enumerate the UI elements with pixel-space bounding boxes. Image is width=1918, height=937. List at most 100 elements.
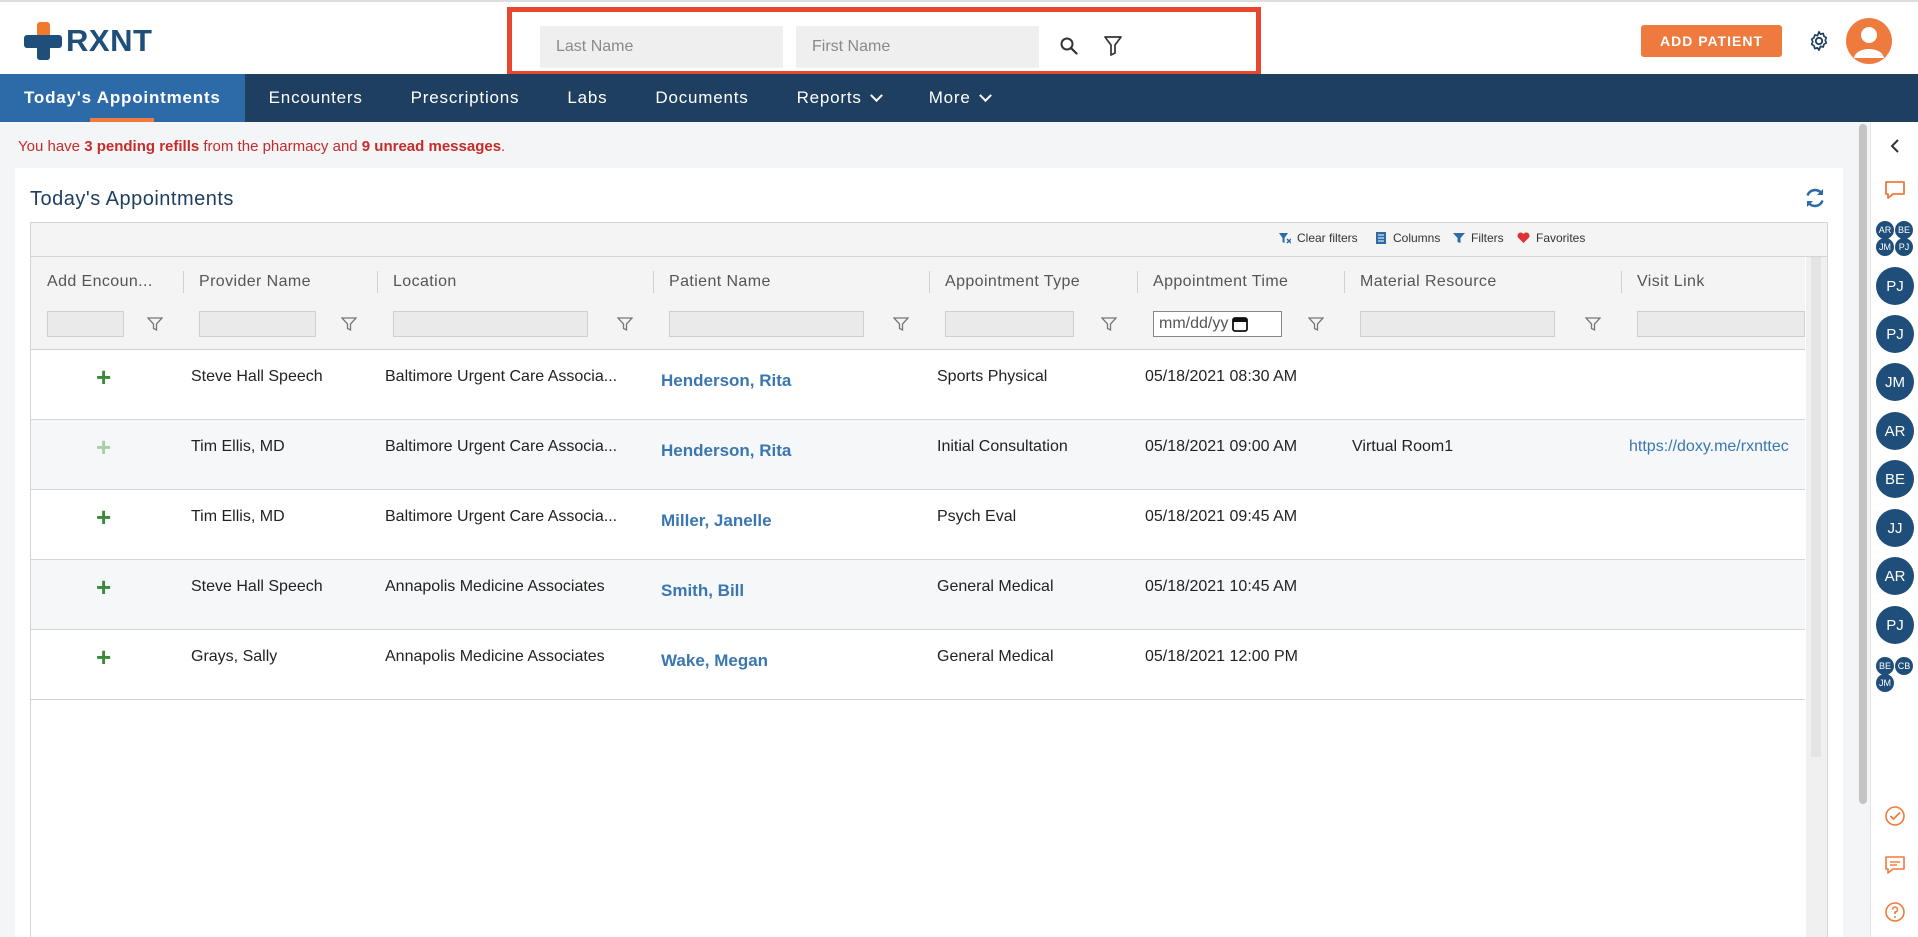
chat-icon[interactable] [1883,178,1907,202]
nav-more[interactable]: More [905,74,1014,122]
avatar-mini[interactable]: PJ [1895,238,1913,256]
add-encounter-icon[interactable]: + [96,364,111,390]
column-filter-icon[interactable] [341,316,357,332]
date-filter-input[interactable]: mm/dd/yy [1153,311,1282,337]
location-filter-input[interactable] [393,311,588,337]
provider-cell: Steve Hall Speech [191,578,323,595]
nav-todays-appointments[interactable]: Today's Appointments [0,74,245,122]
patient-link[interactable]: Wake, Megan [661,651,768,671]
patient-link[interactable]: Henderson, Rita [661,371,791,391]
avatar[interactable]: AR [1876,557,1914,595]
column-filter-icon[interactable] [1585,316,1601,332]
visit-link[interactable]: https://doxy.me/rxnttec [1629,438,1789,456]
gear-icon[interactable] [1805,27,1833,55]
table-row[interactable]: + Tim Ellis, MD Baltimore Urgent Care As… [31,490,1805,560]
nav-prescriptions[interactable]: Prescriptions [387,74,544,122]
avatar[interactable]: PJ [1876,315,1914,353]
table-row[interactable]: + Steve Hall Speech Annapolis Medicine A… [31,560,1805,630]
provider-cell: Steve Hall Speech [191,368,323,385]
avatar[interactable]: JM [1876,363,1914,401]
avatar[interactable]: PJ [1876,267,1914,305]
column-header[interactable]: Add Encoun... [47,273,153,291]
provider-filter-input[interactable] [199,311,316,337]
nav-reports[interactable]: Reports [773,74,905,122]
rxnt-logo[interactable]: RXNT [24,22,152,60]
nav-labs[interactable]: Labs [543,74,631,122]
avatar-mini[interactable]: JM [1876,238,1894,256]
column-header[interactable]: Patient Name [669,273,771,291]
add-encounter-icon[interactable]: + [96,434,111,460]
column-separator[interactable] [377,271,378,293]
column-header[interactable]: Provider Name [199,273,311,291]
filters-button[interactable]: Filters [1453,231,1504,245]
avatar[interactable]: AR [1876,412,1914,450]
add-encounter-filter-input[interactable] [47,311,124,337]
avatar-mini[interactable]: JM [1876,674,1894,692]
patient-link[interactable]: Miller, Janelle [661,511,772,531]
add-encounter-icon[interactable]: + [96,504,111,530]
user-avatar[interactable] [1846,18,1892,64]
time-cell: 05/18/2021 12:00 PM [1145,648,1299,665]
avatar[interactable]: JJ [1876,509,1914,547]
column-header[interactable]: Appointment Time [1153,273,1288,291]
type-filter-input[interactable] [945,311,1074,337]
table-row[interactable]: + Steve Hall Speech Baltimore Urgent Car… [31,350,1805,420]
column-separator[interactable] [1344,271,1345,293]
patient-link[interactable]: Smith, Bill [661,581,744,601]
column-separator[interactable] [929,271,930,293]
column-header[interactable]: Visit Link [1637,273,1705,291]
column-separator[interactable] [183,271,184,293]
avatar-mini[interactable]: BE [1876,657,1894,675]
nav-label: Today's Appointments [24,88,221,107]
page-scrollbar-thumb[interactable] [1859,124,1867,804]
column-filter-icon[interactable] [147,316,163,332]
nav-documents[interactable]: Documents [631,74,772,122]
table-row[interactable]: + Grays, Sally Annapolis Medicine Associ… [31,630,1805,700]
chevron-left-icon[interactable] [1883,134,1907,158]
column-filter-icon[interactable] [1101,316,1117,332]
column-filter-icon[interactable] [617,316,633,332]
avatar-mini[interactable]: CB [1895,657,1913,675]
column-separator[interactable] [1137,271,1138,293]
grid-scrollbar[interactable] [1806,257,1827,937]
patient-filter-input[interactable] [669,311,864,337]
date-placeholder: mm/dd/yy [1159,315,1229,332]
visit-link-filter-input[interactable] [1637,311,1805,337]
nav-encounters[interactable]: Encounters [245,74,387,122]
column-header[interactable]: Material Resource [1360,273,1497,291]
column-header[interactable]: Location [393,273,457,291]
time-cell: 05/18/2021 09:00 AM [1145,438,1298,455]
unread-messages-link[interactable]: 9 unread messages [362,138,501,155]
favorites-button[interactable]: Favorites [1517,231,1585,245]
column-filter-icon[interactable] [893,316,909,332]
message-icon[interactable] [1883,853,1907,877]
avatar[interactable]: PJ [1876,606,1914,644]
column-separator[interactable] [1621,271,1622,293]
help-icon[interactable] [1883,900,1907,924]
columns-button[interactable]: Columns [1375,231,1440,245]
add-encounter-icon[interactable]: + [96,644,111,670]
add-patient-button[interactable]: ADD PATIENT [1641,25,1782,57]
grid-scrollbar-thumb[interactable] [1811,257,1821,757]
refresh-icon[interactable] [1803,186,1829,212]
panel-title: Today's Appointments [30,188,234,210]
avatar[interactable]: BE [1876,460,1914,498]
column-header[interactable]: Appointment Type [945,273,1080,291]
last-name-input[interactable] [540,26,783,68]
calendar-icon[interactable] [1232,316,1249,332]
add-encounter-icon[interactable]: + [96,574,111,600]
task-check-icon[interactable] [1883,804,1907,828]
search-icon[interactable] [1053,30,1085,62]
patient-link[interactable]: Henderson, Rita [661,441,791,461]
page-scrollbar[interactable] [1856,122,1870,937]
avatar-mini[interactable]: AR [1876,221,1894,239]
column-filter-icon[interactable] [1308,316,1324,332]
column-separator[interactable] [653,271,654,293]
filter-icon[interactable] [1097,30,1129,62]
resource-filter-input[interactable] [1360,311,1555,337]
avatar-mini[interactable]: BE [1895,221,1913,239]
pending-refills-link[interactable]: 3 pending refills [84,138,199,155]
table-row[interactable]: + Tim Ellis, MD Baltimore Urgent Care As… [31,420,1805,490]
first-name-input[interactable] [796,26,1039,68]
clear-filters-button[interactable]: Clear filters [1279,231,1358,245]
